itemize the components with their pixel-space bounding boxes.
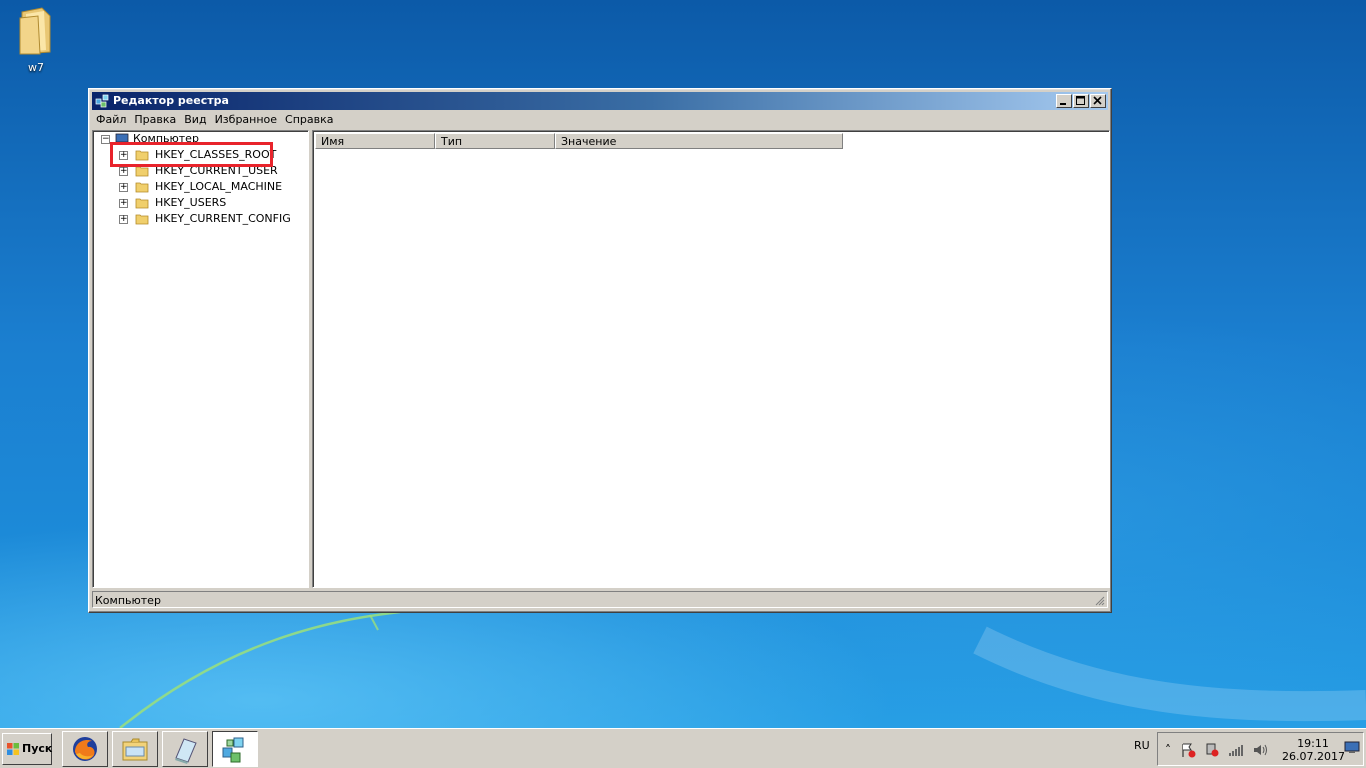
menu-help[interactable]: Справка (281, 111, 337, 129)
system-tray: ˄ 19:11 26.07.2017 (1157, 732, 1364, 766)
maximize-icon (1076, 96, 1085, 105)
menu-bar: Файл Правка Вид Избранное Справка (92, 111, 1108, 129)
maximize-button[interactable] (1073, 94, 1089, 108)
taskbar-firefox[interactable] (62, 731, 108, 767)
expand-icon[interactable]: + (119, 183, 128, 192)
taskbar-regedit[interactable] (212, 731, 258, 767)
regedit-icon (222, 737, 244, 763)
network-signal-icon[interactable] (1228, 742, 1244, 758)
status-text: Компьютер (95, 594, 161, 607)
tree-label-hklm: HKEY_LOCAL_MACHINE (155, 180, 283, 193)
desktop-folder-w7[interactable]: w7 (10, 6, 62, 74)
column-type[interactable]: Тип (435, 133, 555, 149)
start-label: Пуск (22, 742, 53, 755)
tree-node-hklm[interactable]: + HKEY_LOCAL_MACHINE (93, 179, 303, 195)
resize-grip-icon[interactable] (1093, 594, 1105, 606)
notepad-icon (175, 738, 197, 764)
firefox-icon (73, 737, 97, 761)
tree-label-hkcc: HKEY_CURRENT_CONFIG (155, 212, 291, 225)
values-list[interactable]: Имя Тип Значение (312, 130, 1110, 588)
minimize-icon (1060, 103, 1066, 105)
action-center-flag-icon[interactable] (1180, 742, 1196, 758)
expand-icon[interactable]: + (119, 167, 128, 176)
window-title: Редактор реестра (113, 94, 229, 107)
taskbar-explorer[interactable] (112, 731, 158, 767)
clock-time: 19:11 (1297, 737, 1329, 750)
regedit-icon (95, 94, 109, 108)
tree-node-hkcc[interactable]: + HKEY_CURRENT_CONFIG (93, 211, 303, 227)
close-button[interactable] (1090, 94, 1106, 108)
column-name[interactable]: Имя (315, 133, 435, 149)
windows-flag-icon (7, 743, 19, 755)
language-indicator[interactable]: RU (1134, 739, 1150, 752)
show-desktop-icon[interactable] (1344, 739, 1360, 755)
folder-icon (135, 214, 149, 225)
desktop-icon-label: w7 (28, 61, 44, 74)
taskbar: Пуск RU ˄ 19:11 26.07.2017 (0, 728, 1366, 768)
tree-node-hku[interactable]: + HKEY_USERS (93, 195, 303, 211)
expand-icon[interactable]: + (119, 199, 128, 208)
folder-icon (135, 182, 149, 193)
registry-tree[interactable]: − Компьютер + HKEY_CLASSES_ROOT + HKEY_C… (92, 130, 309, 588)
device-warning-icon[interactable] (1204, 742, 1220, 758)
show-hidden-icons-icon[interactable]: ˄ (1160, 742, 1176, 758)
folder-icon (135, 198, 149, 209)
status-bar: Компьютер (92, 591, 1108, 608)
menu-edit[interactable]: Правка (130, 111, 180, 129)
highlight-annotation (110, 142, 273, 167)
clock[interactable]: 19:11 26.07.2017 (1282, 737, 1345, 763)
title-bar[interactable]: Редактор реестра (92, 92, 1108, 110)
taskbar-notepad[interactable] (162, 731, 208, 767)
menu-view[interactable]: Вид (180, 111, 210, 129)
volume-icon[interactable] (1252, 742, 1268, 758)
tree-label-hku: HKEY_USERS (155, 196, 227, 209)
list-header: Имя Тип Значение (315, 133, 1107, 149)
expand-icon[interactable]: + (119, 215, 128, 224)
start-button[interactable]: Пуск (2, 733, 52, 765)
folder-icon (19, 7, 51, 55)
minimize-button[interactable] (1056, 94, 1072, 108)
close-icon (1093, 96, 1102, 105)
collapse-icon[interactable]: − (101, 135, 110, 144)
menu-file[interactable]: Файл (92, 111, 130, 129)
column-value[interactable]: Значение (555, 133, 843, 149)
explorer-icon (122, 738, 148, 761)
menu-favorites[interactable]: Избранное (211, 111, 281, 129)
clock-date: 26.07.2017 (1282, 750, 1345, 763)
